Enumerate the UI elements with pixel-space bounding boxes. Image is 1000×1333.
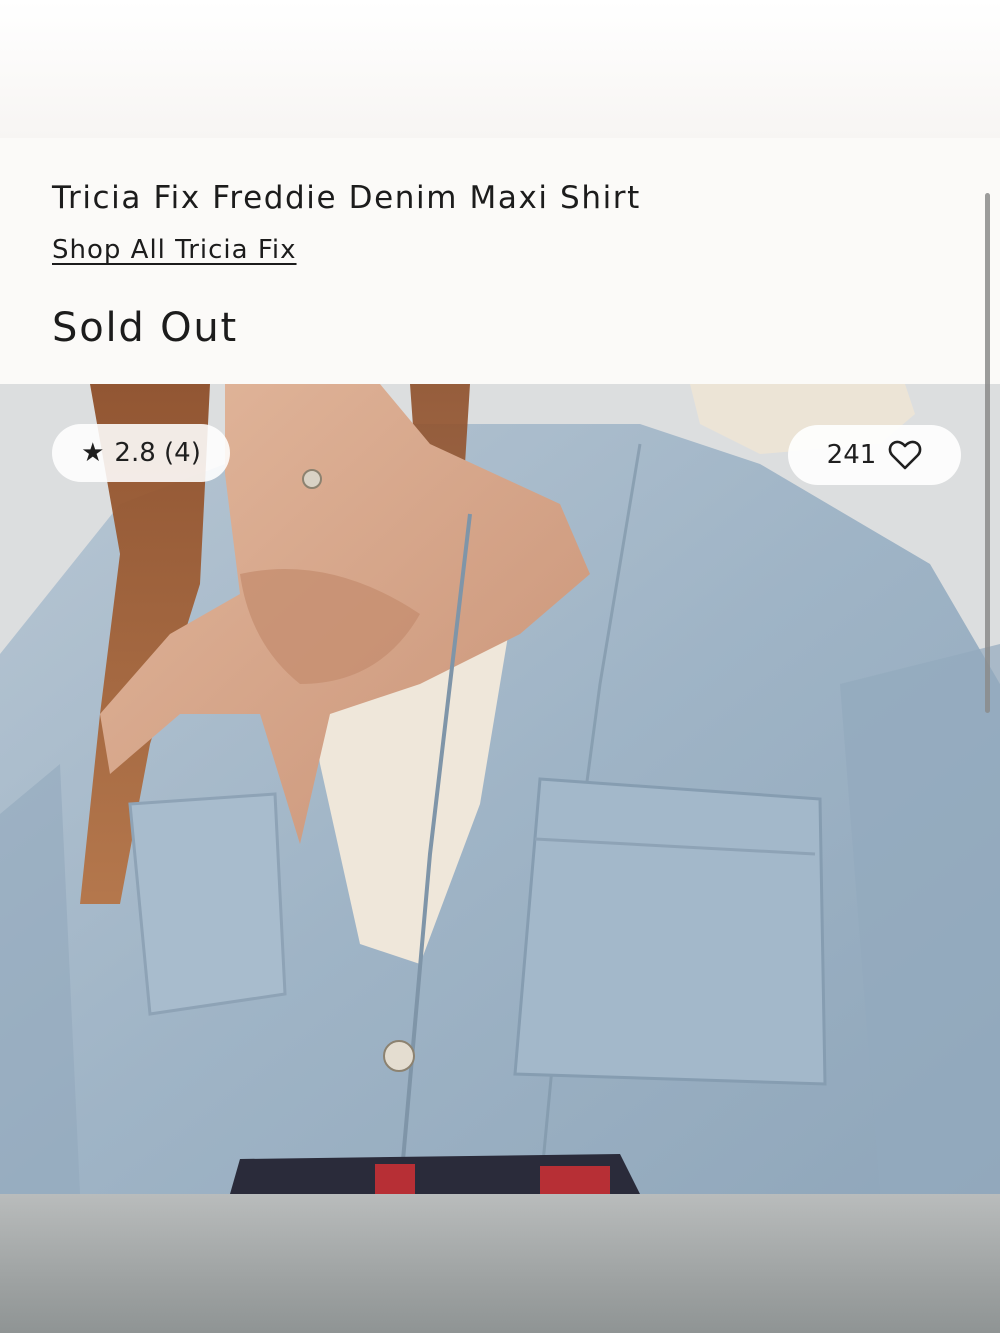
bottom-overlay [0,1194,1000,1333]
scrollbar[interactable] [985,193,990,713]
heart-icon [888,439,922,471]
shop-brand-link[interactable]: Shop All Tricia Fix [52,235,297,265]
favorite-button[interactable]: 241 [788,425,961,485]
product-photo-illustration [0,384,1000,1194]
rating-text: 2.8 (4) [114,438,201,468]
sold-out-status: Sold Out [52,305,239,351]
star-icon: ★ [81,438,105,468]
top-blank-area [0,0,1000,138]
favorite-count: 241 [826,440,877,470]
product-image[interactable] [0,384,1000,1194]
rating-badge[interactable]: ★ 2.8 (4) [52,424,230,482]
product-title: Tricia Fix Freddie Denim Maxi Shirt [52,180,641,216]
